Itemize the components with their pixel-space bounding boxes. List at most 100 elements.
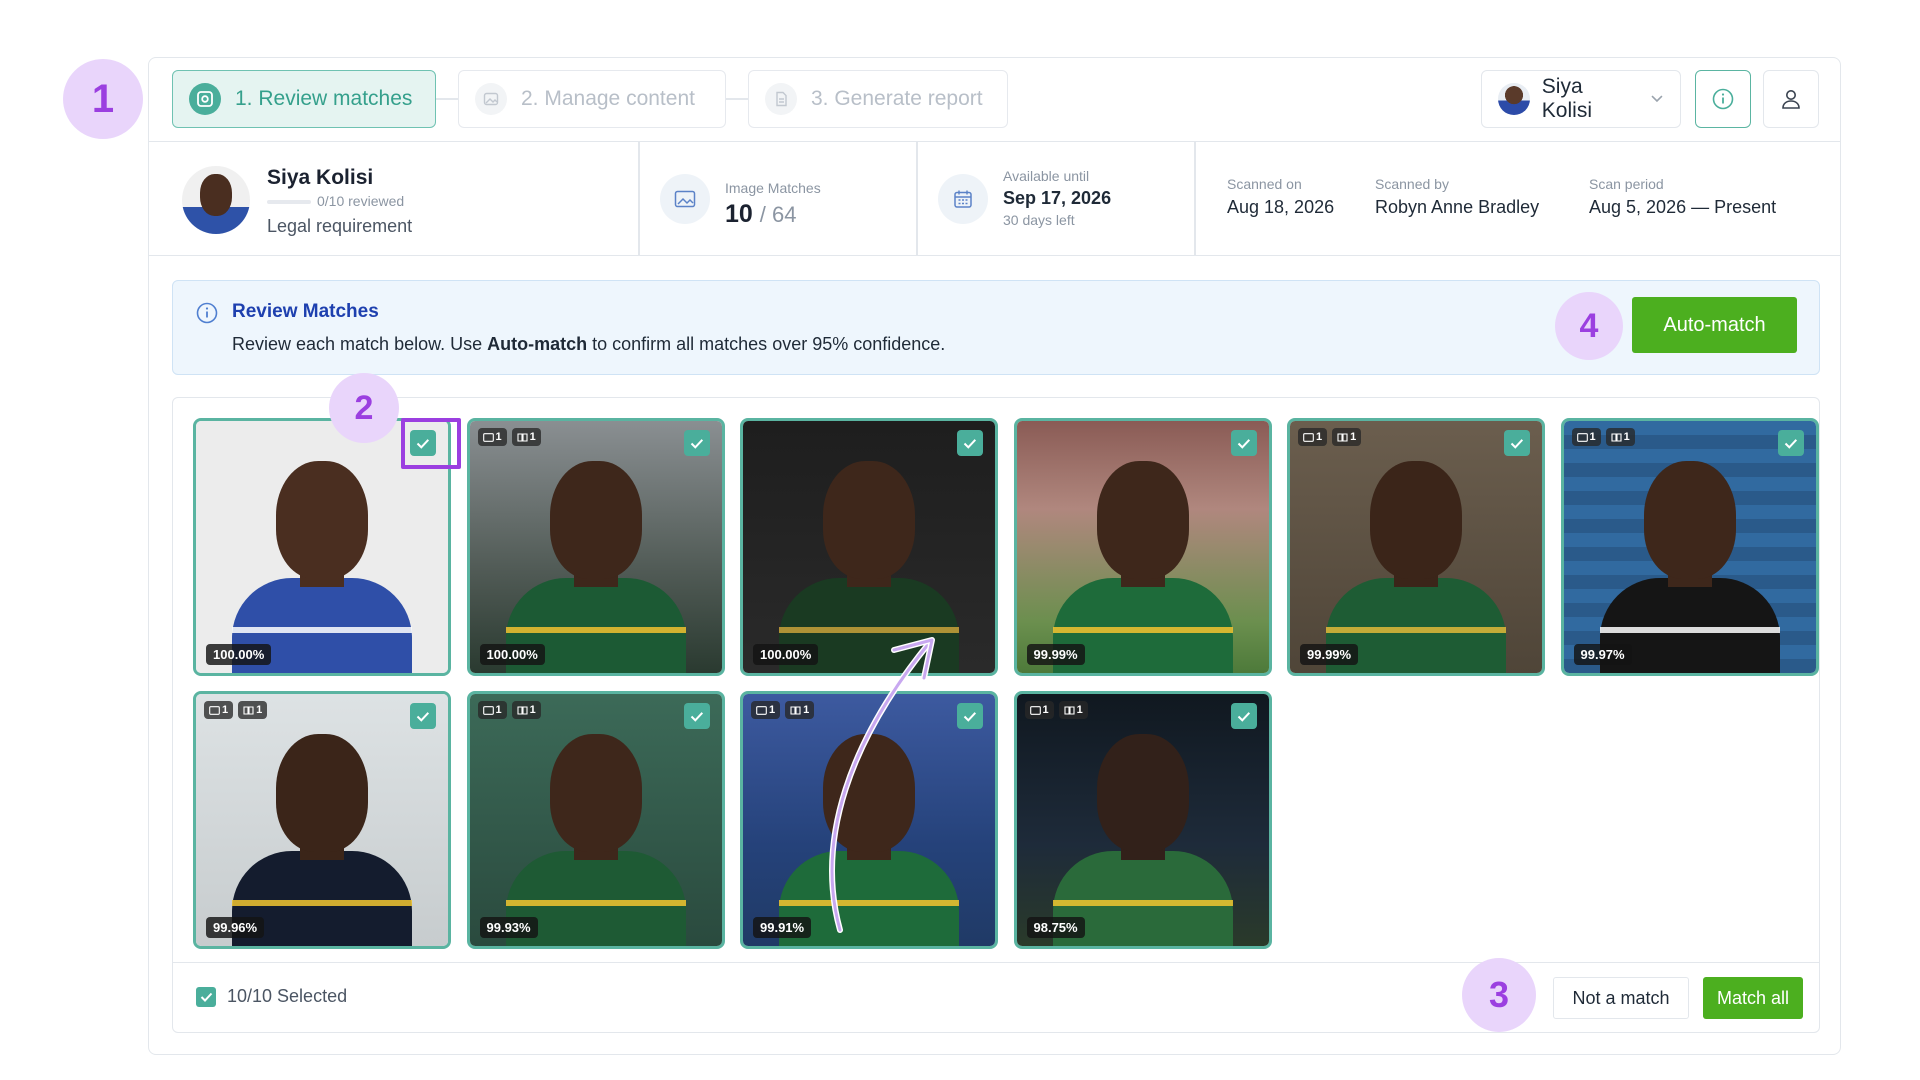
review-progress-bar <box>267 200 311 204</box>
check-icon <box>963 711 977 722</box>
match-tile[interactable]: 1 1 98.75% <box>1013 691 1272 949</box>
match-checkbox[interactable] <box>1230 430 1257 456</box>
check-icon <box>690 438 703 449</box>
review-icon <box>189 83 221 115</box>
page-count-badge: 1 <box>1058 701 1088 719</box>
match-checkbox[interactable] <box>683 430 710 456</box>
tab-label: 1. Review matches <box>235 87 413 110</box>
match-checkbox[interactable] <box>957 703 983 729</box>
match-photo <box>1563 421 1816 673</box>
match-tile[interactable]: 1 1 99.96% <box>193 691 451 949</box>
image-count-badge: 1 <box>751 701 781 719</box>
curved-arrow-icon <box>829 637 935 933</box>
media-badges: 11 <box>1571 428 1635 446</box>
review-progress-text: 0/10 reviewed <box>317 193 405 209</box>
notice-title: Review Matches <box>232 301 379 322</box>
select-all-checkbox[interactable] <box>196 987 216 1007</box>
confidence-badge: 100.00% <box>753 644 819 665</box>
tab-generate-report[interactable]: 3. Generate report <box>748 70 1008 128</box>
match-checkbox[interactable] <box>1504 430 1530 456</box>
tab-manage-content[interactable]: 2. Manage content <box>458 70 726 128</box>
confidence-badge: 100.00% <box>479 644 545 665</box>
player-selector[interactable]: Siya Kolisi <box>1481 70 1681 128</box>
match-photo <box>1016 421 1269 673</box>
check-icon <box>1237 438 1250 449</box>
match-checkbox[interactable] <box>410 703 436 729</box>
image-matches-label: Image Matches <box>725 180 821 196</box>
notice-text: Review each match below. Use Auto-match … <box>232 334 946 354</box>
match-tile[interactable]: 1 1 99.99% <box>1287 418 1545 676</box>
image-count-badge: 1 <box>1571 428 1601 446</box>
selected-count: 10/10 Selected <box>227 986 348 1006</box>
scanned-by-value: Robyn Anne Bradley <box>1375 197 1540 217</box>
player-name: Siya Kolisi <box>267 166 374 189</box>
page-count-badge: 1 <box>511 701 541 719</box>
tab-review-matches[interactable]: 1. Review matches <box>172 70 436 128</box>
auto-match-button[interactable]: Auto-match <box>1632 297 1797 353</box>
available-until-label: Available until <box>1003 168 1090 184</box>
image-count-badge: 1 <box>1024 701 1054 719</box>
available-until-date: Sep 17, 2026 <box>1003 188 1112 208</box>
confidence-badge: 99.91% <box>753 917 812 938</box>
check-icon <box>416 711 430 722</box>
info-button[interactable] <box>1695 70 1751 128</box>
avatar <box>1498 83 1530 115</box>
top-bar: 1. Review matches 2. Manage content 3. G… <box>149 58 1840 142</box>
confidence-badge: 99.96% <box>206 917 265 938</box>
image-count-badge: 1 <box>477 701 507 719</box>
match-photo <box>469 421 722 673</box>
image-matches-icon <box>660 174 710 224</box>
calendar-icon <box>938 174 988 224</box>
check-icon <box>1237 711 1250 722</box>
match-tile[interactable]: 99.99% <box>1013 418 1272 676</box>
profile-button[interactable] <box>1763 70 1819 128</box>
step-connector <box>436 98 458 100</box>
match-tile[interactable]: 1 1 99.93% <box>466 691 725 949</box>
player-selector-name: Siya Kolisi <box>1541 75 1592 122</box>
match-tile[interactable]: 1 1 100.00% <box>466 418 725 676</box>
tab-label: 2. Manage content <box>521 87 695 110</box>
app-frame: 1. Review matches 2. Manage content 3. G… <box>148 57 1841 1055</box>
divider <box>638 142 640 256</box>
divider <box>916 142 918 256</box>
image-matches-value: 10 / 64 <box>725 200 797 228</box>
match-photo <box>1016 694 1269 946</box>
match-tile[interactable]: 1 1 99.97% <box>1560 418 1819 676</box>
image-icon <box>475 83 507 115</box>
check-icon <box>1784 438 1797 449</box>
scanned-on-value: Aug 18, 2026 <box>1227 197 1335 217</box>
match-checkbox[interactable] <box>683 703 710 729</box>
confidence-badge: 99.99% <box>1300 644 1359 665</box>
user-icon <box>1782 90 1800 109</box>
days-left: 30 days left <box>1003 212 1075 228</box>
page-count-badge: 1 <box>1605 428 1635 446</box>
info-icon <box>196 302 218 324</box>
media-badges: 11 <box>477 428 541 446</box>
chevron-down-icon <box>1651 95 1663 103</box>
confidence-badge: 99.97% <box>1573 644 1632 665</box>
match-checkbox[interactable] <box>957 430 983 456</box>
media-badges: 11 <box>1024 701 1088 719</box>
image-count-badge: 1 <box>204 701 234 719</box>
media-badges: 11 <box>1298 428 1362 446</box>
match-checkbox[interactable] <box>1777 430 1804 456</box>
step-marker-1: 1 <box>63 59 143 139</box>
image-count-badge: 1 <box>1298 428 1328 446</box>
scan-period-value: Aug 5, 2026 — Present <box>1589 197 1777 217</box>
scanned-on-label: Scanned on <box>1227 176 1302 192</box>
not-a-match-button[interactable]: Not a match <box>1553 977 1689 1019</box>
step-marker-2: 2 <box>329 373 399 443</box>
check-icon <box>963 438 977 449</box>
match-photo <box>196 694 448 946</box>
divider <box>1194 142 1196 256</box>
step-connector <box>726 98 748 100</box>
page-count-badge: 1 <box>1332 428 1362 446</box>
match-checkbox[interactable] <box>1230 703 1257 729</box>
confidence-badge: 100.00% <box>206 644 272 665</box>
check-icon <box>1510 438 1524 449</box>
matches-footer: 10/10 Selected Not a match Match all <box>173 962 1819 1032</box>
document-icon <box>765 83 797 115</box>
player-category: Legal requirement <box>267 216 413 236</box>
player-photo <box>182 166 250 234</box>
match-all-button[interactable]: Match all <box>1703 977 1803 1019</box>
